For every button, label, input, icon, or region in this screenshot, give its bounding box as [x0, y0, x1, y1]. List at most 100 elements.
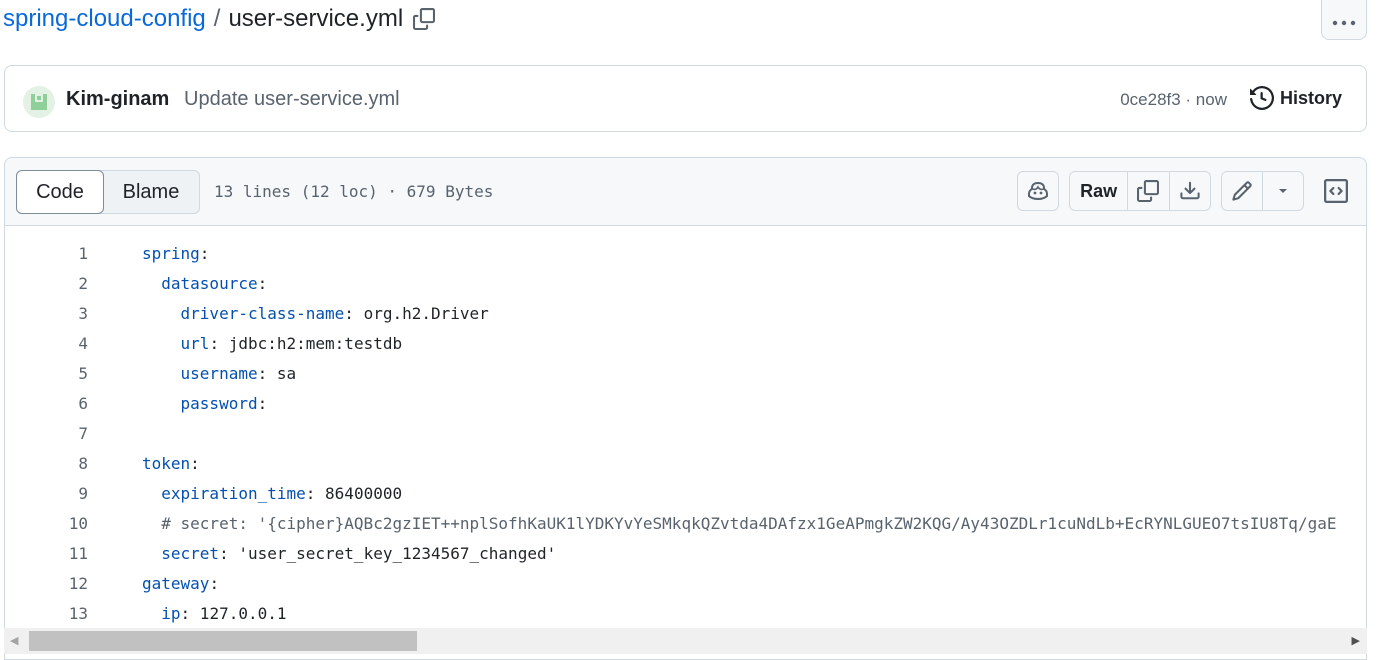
code-line: 5 username: sa [5, 359, 1366, 389]
code-viewer: 1 spring: 2 datasource: 3 driver-class-name… [4, 225, 1367, 660]
line-content: token: [142, 449, 200, 479]
file-info: 13 lines (12 loc) · 679 Bytes [214, 182, 494, 201]
copilot-button[interactable] [1017, 171, 1059, 211]
raw-actions-group: Raw [1069, 171, 1211, 211]
line-content: driver-class-name: org.h2.Driver [142, 299, 489, 329]
scroll-right-arrow-icon[interactable]: ▶ [1352, 634, 1360, 647]
yaml-key: url [180, 334, 210, 353]
history-icon [1249, 86, 1274, 110]
yaml-value: jdbc:h2:mem:testdb [219, 334, 403, 353]
repo-link[interactable]: spring-cloud-config [3, 5, 206, 33]
yaml-value: org.h2.Driver [353, 304, 489, 323]
yaml-key: driver-class-name [180, 304, 345, 323]
breadcrumb-separator: / [213, 5, 221, 32]
yaml-value: 'user_secret_key_1234567_changed' [228, 544, 557, 563]
yaml-separator: : [199, 244, 210, 263]
line-content: gateway: [142, 569, 219, 599]
scroll-left-arrow-icon[interactable]: ◀ [10, 634, 18, 647]
raw-button[interactable]: Raw [1070, 172, 1127, 210]
view-toggle: Code Blame [16, 170, 200, 214]
copy-icon [1137, 180, 1160, 202]
code-line: 1 spring: [5, 239, 1366, 269]
line-content: password: [142, 389, 268, 419]
commit-author[interactable]: Kim-ginam [66, 88, 169, 111]
line-number[interactable]: 7 [35, 419, 88, 449]
line-number[interactable]: 11 [35, 539, 88, 569]
line-number[interactable]: 9 [35, 479, 88, 509]
yaml-separator: : [209, 334, 220, 353]
commit-sha-time[interactable]: 0ce28f3 · now [1120, 90, 1227, 110]
yaml-key: ip [161, 604, 181, 623]
line-number[interactable]: 8 [35, 449, 88, 479]
line-number[interactable]: 2 [35, 269, 88, 299]
code-line: 13 ip: 127.0.0.1 [5, 599, 1366, 629]
line-number[interactable]: 6 [35, 389, 88, 419]
copilot-icon [1026, 179, 1050, 203]
yaml-value: sa [267, 364, 297, 383]
file-name: user-service.yml [228, 5, 404, 32]
yaml-key: gateway [142, 574, 210, 593]
code-square-icon [1324, 179, 1348, 203]
line-content: url: jdbc:h2:mem:testdb [142, 329, 403, 359]
symbols-button[interactable] [1316, 171, 1356, 211]
yaml-separator: : [219, 544, 229, 563]
yaml-separator: : [209, 574, 220, 593]
tab-blame[interactable]: Blame [103, 171, 199, 213]
line-number[interactable]: 5 [35, 359, 88, 389]
line-content: datasource: [142, 269, 267, 299]
more-options-button[interactable] [1321, 0, 1367, 40]
yaml-separator: : [190, 454, 200, 473]
line-number[interactable]: 12 [35, 569, 88, 599]
line-number[interactable]: 4 [35, 329, 88, 359]
code-line: 4 url: jdbc:h2:mem:testdb [5, 329, 1366, 359]
avatar[interactable] [23, 86, 55, 118]
code-line: 7 [5, 419, 1366, 449]
line-content: secret: 'user_secret_key_1234567_changed… [142, 539, 556, 569]
line-content: spring: [142, 239, 209, 269]
commit-message[interactable]: Update user-service.yml [184, 88, 400, 111]
breadcrumb: spring-cloud-config / user-service.yml [3, 2, 436, 36]
line-number[interactable]: 3 [35, 299, 88, 329]
yaml-key: secret [161, 544, 220, 563]
horizontal-scrollbar[interactable]: ◀ ▶ [4, 628, 1367, 654]
code-line: 3 driver-class-name: org.h2.Driver [5, 299, 1366, 329]
code-line: 12 gateway: [5, 569, 1366, 599]
file-header: Code Blame 13 lines (12 loc) · 679 Bytes… [4, 157, 1367, 225]
pencil-icon [1231, 180, 1253, 202]
line-content: username: sa [142, 359, 297, 389]
line-number[interactable]: 13 [35, 599, 88, 629]
yaml-key: username [180, 364, 258, 383]
scrollbar-thumb[interactable] [29, 631, 417, 651]
history-button[interactable]: History [1249, 86, 1342, 110]
download-button[interactable] [1168, 172, 1210, 210]
kebab-horizontal-icon [1331, 14, 1357, 32]
yaml-separator: : [257, 274, 268, 293]
yaml-separator: : [344, 304, 354, 323]
edit-file-button[interactable] [1222, 172, 1262, 210]
code-line: 2 datasource: [5, 269, 1366, 299]
tab-code[interactable]: Code [16, 170, 104, 214]
code-line: 9 expiration_time: 86400000 [5, 479, 1366, 509]
line-number[interactable]: 10 [35, 509, 88, 539]
yaml-key: token [142, 454, 191, 473]
copy-raw-button[interactable] [1127, 172, 1168, 210]
download-icon [1179, 180, 1201, 202]
yaml-value: 86400000 [315, 484, 403, 503]
yaml-separator: : [305, 484, 316, 503]
copy-path-icon[interactable] [413, 8, 436, 30]
yaml-comment: # secret: '{cipher}AQBc2gzIET++nplSofhKa… [161, 514, 1337, 533]
code-line: 8 token: [5, 449, 1366, 479]
line-number[interactable]: 1 [35, 239, 88, 269]
line-content: ip: 127.0.0.1 [142, 599, 286, 629]
edit-dropdown-button[interactable] [1262, 172, 1303, 210]
latest-commit-box: Kim-ginam Update user-service.yml 0ce28f… [4, 65, 1367, 132]
yaml-separator: : [257, 364, 268, 383]
